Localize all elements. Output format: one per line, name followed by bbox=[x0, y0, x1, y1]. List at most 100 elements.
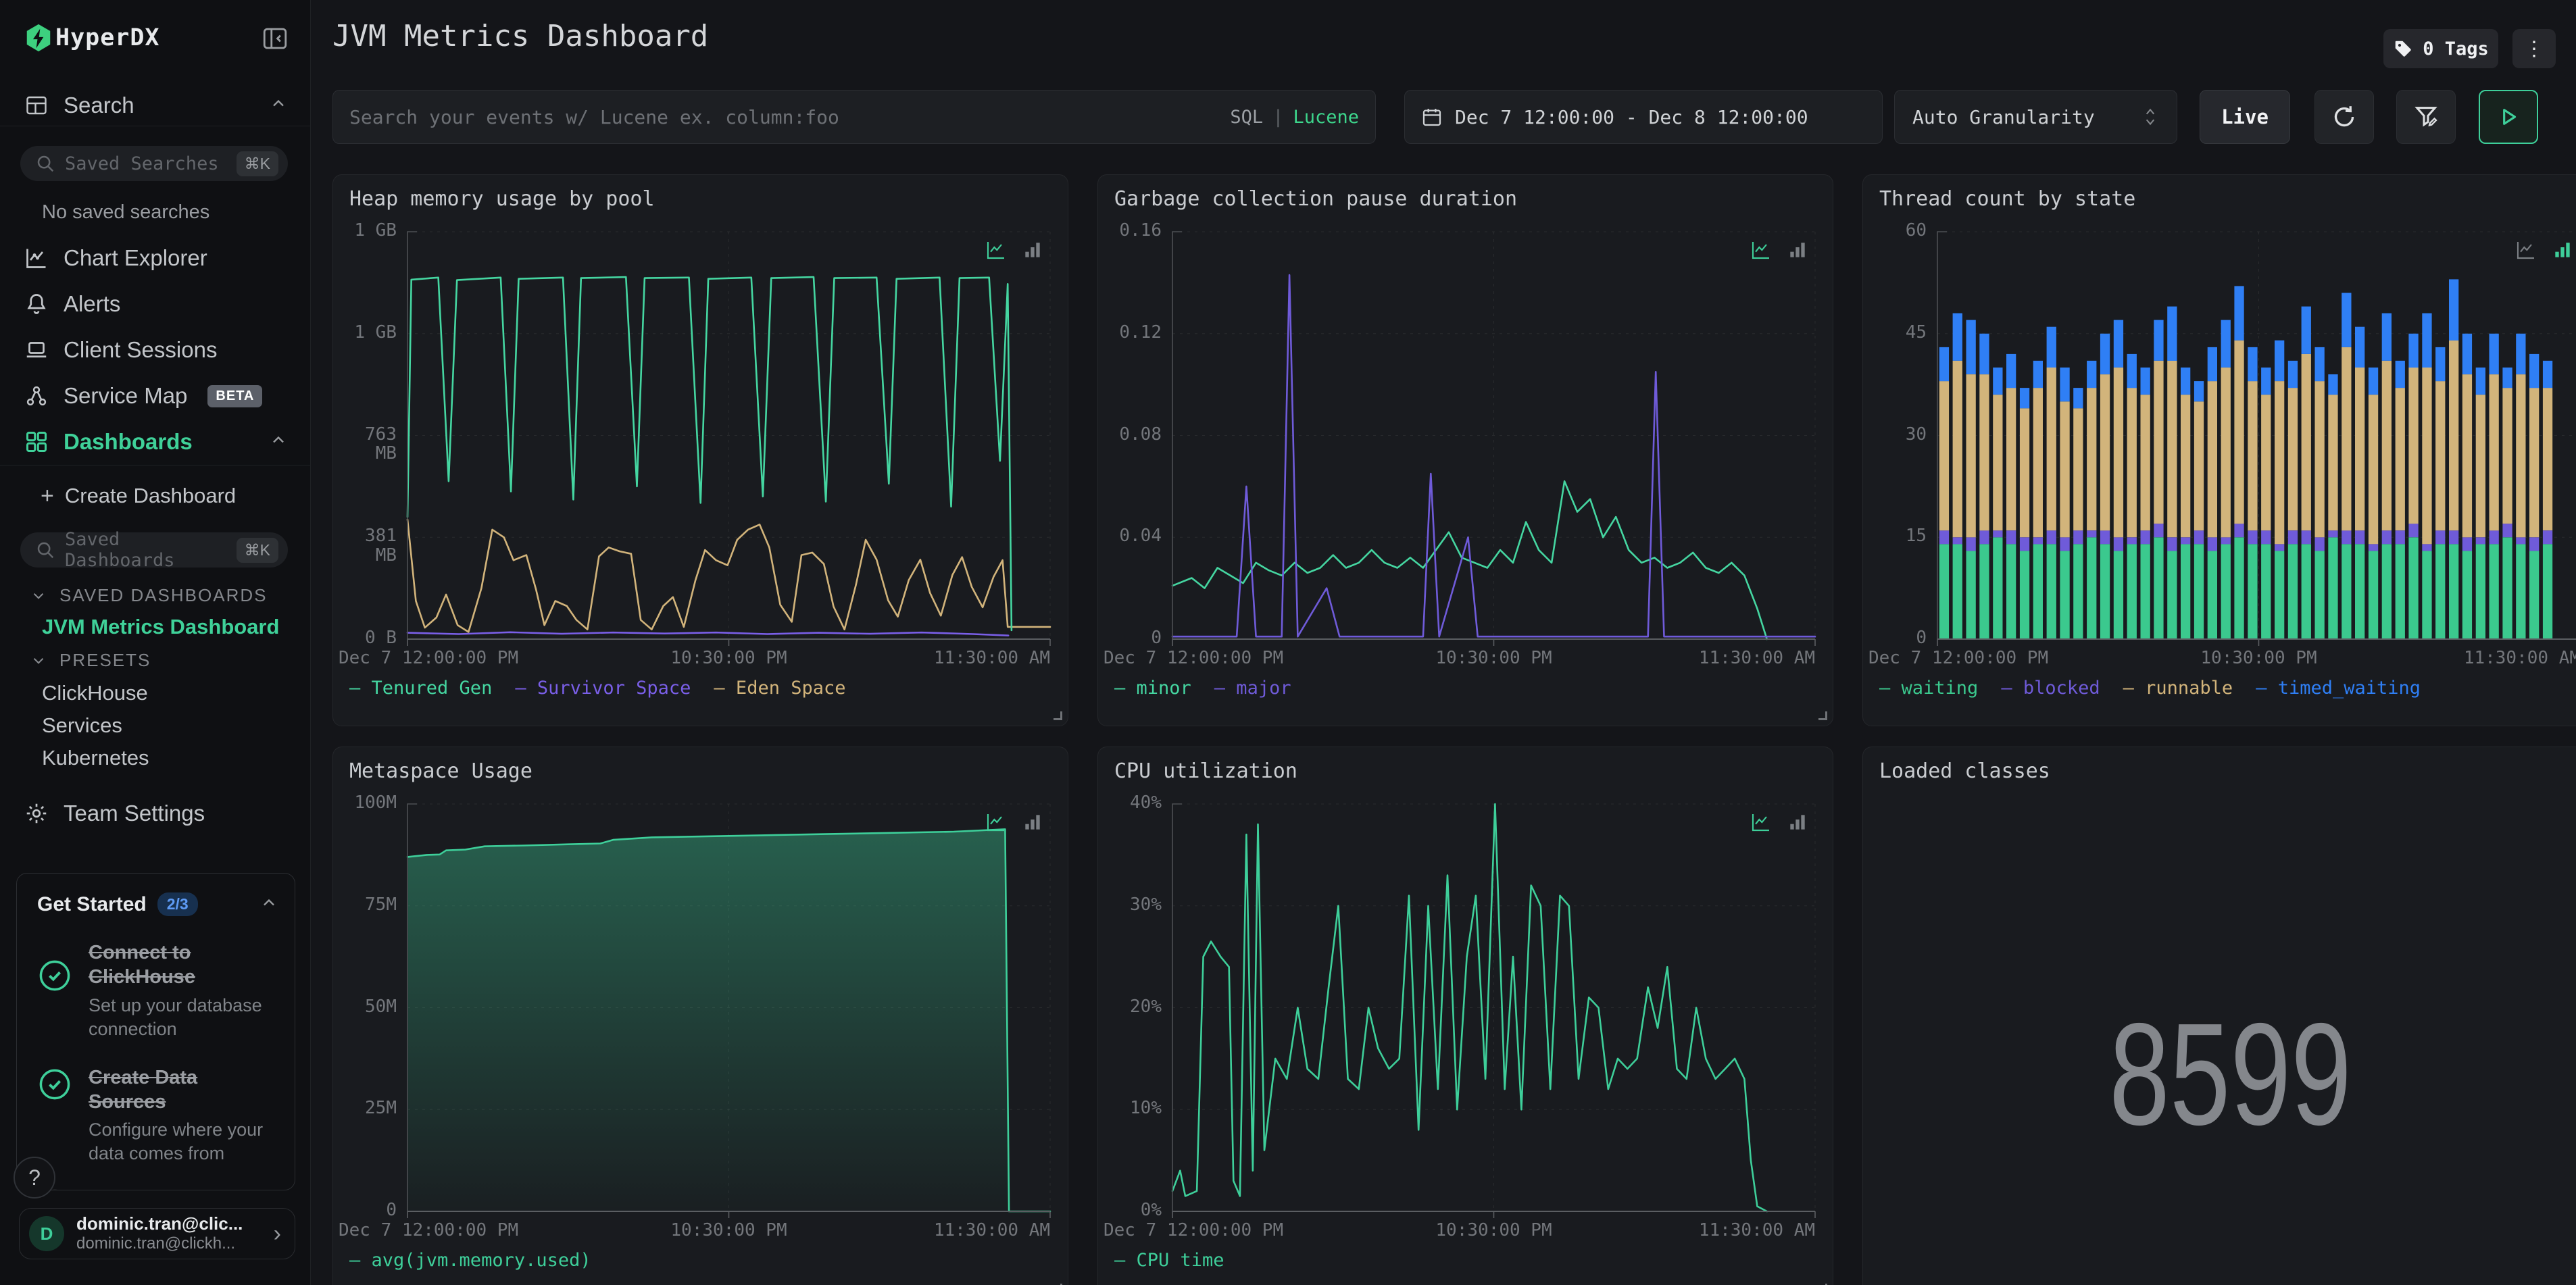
chart-canvas[interactable] bbox=[333, 175, 1068, 726]
y-axis-tick-label: 0.08 bbox=[1119, 424, 1162, 445]
help-button[interactable]: ? bbox=[14, 1157, 55, 1199]
chart-canvas[interactable] bbox=[333, 747, 1068, 1285]
legend-item[interactable]: — waiting bbox=[1879, 678, 1978, 699]
line-chart-toggle-icon[interactable] bbox=[1750, 811, 1772, 833]
panel-thread-count: Thread count by state 60 45 30 15 0 Dec 7 12:… bbox=[1862, 174, 2576, 726]
line-chart-toggle-icon[interactable] bbox=[985, 811, 1007, 833]
panel-title: Garbage collection pause duration bbox=[1114, 187, 1518, 211]
y-axis-tick-label: 0.16 bbox=[1119, 220, 1162, 241]
line-chart-toggle-icon[interactable] bbox=[1750, 239, 1772, 261]
sidebar-item-clickhouse[interactable]: ClickHouse bbox=[42, 681, 148, 705]
x-axis-tick-label: 11:30:00 AM bbox=[1698, 648, 1815, 668]
chart-canvas[interactable] bbox=[1098, 175, 1833, 726]
tags-button[interactable]: 0 Tags bbox=[2383, 29, 2498, 68]
run-query-button[interactable] bbox=[2479, 90, 2538, 144]
get-started-item-sources[interactable]: Create Data Sources Configure where your… bbox=[37, 1065, 278, 1166]
saved-dashboards-input[interactable]: Saved Dashboards ⌘K bbox=[20, 529, 288, 571]
legend-item[interactable]: — timed_waiting bbox=[2256, 678, 2421, 699]
sql-language-toggle[interactable]: SQL bbox=[1230, 107, 1263, 128]
legend-item[interactable]: — Eden Space bbox=[714, 678, 845, 699]
bar-chart-toggle-icon[interactable] bbox=[1787, 811, 1808, 833]
presets-section-header[interactable]: PRESETS bbox=[30, 650, 151, 671]
y-axis-tick-label: 45 bbox=[1905, 322, 1927, 343]
dashboard-grid: Heap memory usage by pool 1 GB 1 GB 763 MB… bbox=[332, 174, 2576, 1285]
sidebar-item-team-settings[interactable]: Team Settings bbox=[0, 795, 311, 832]
legend-item[interactable]: — runnable bbox=[2123, 678, 2233, 699]
refresh-icon bbox=[2334, 106, 2354, 127]
search-section-icon bbox=[26, 96, 47, 115]
saved-searches-input[interactable]: Saved Searches ⌘K bbox=[20, 146, 288, 181]
saved-dashboards-section-header[interactable]: SAVED DASHBOARDS bbox=[30, 585, 267, 606]
legend-item[interactable]: — major bbox=[1214, 678, 1291, 699]
heap-memory-chart[interactable]: 1 GB 1 GB 763 MB 381 MB 0 B Dec 7 12:00:00 PM… bbox=[333, 175, 1068, 726]
language-separator: | bbox=[1272, 106, 1284, 128]
sidebar-item-search[interactable]: Search bbox=[0, 86, 311, 124]
filter-button[interactable] bbox=[2396, 90, 2456, 144]
bar-chart-toggle-icon[interactable] bbox=[1022, 811, 1043, 833]
y-axis-tick-label: 0 bbox=[1916, 628, 1927, 648]
event-search-input[interactable]: Search your events w/ Lucene ex. column:… bbox=[332, 90, 1376, 144]
sidebar: HyperDX Search Saved Searches ⌘K No save… bbox=[0, 0, 311, 1285]
chart-legend: — CPU time bbox=[1114, 1250, 1224, 1271]
app-window: HyperDX Search Saved Searches ⌘K No save… bbox=[0, 0, 2576, 1285]
get-started-item-add-data[interactable]: Add Data Start sending logs, metrics, or… bbox=[37, 1186, 278, 1190]
gc-pause-chart[interactable]: 0.16 0.12 0.08 0.04 0 Dec 7 12:00:00 PM 10:30:… bbox=[1098, 175, 1833, 726]
bar-chart-toggle-icon[interactable] bbox=[2552, 239, 2573, 261]
search-icon bbox=[37, 155, 54, 172]
line-chart-toggle-icon[interactable] bbox=[2515, 239, 2537, 261]
sidebar-item-services[interactable]: Services bbox=[42, 713, 122, 738]
tags-button-label: 0 Tags bbox=[2423, 38, 2489, 59]
more-options-button[interactable]: ⋮ bbox=[2512, 29, 2556, 68]
date-range-picker[interactable]: Dec 7 12:00:00 - Dec 8 12:00:00 bbox=[1404, 90, 1883, 144]
lucene-language-toggle[interactable]: Lucene bbox=[1293, 107, 1359, 128]
help-question-mark: ? bbox=[28, 1165, 41, 1190]
sidebar-item-dashboards[interactable]: Dashboards bbox=[0, 423, 311, 461]
legend-item[interactable]: — Survivor Space bbox=[515, 678, 691, 699]
bar-chart-toggle-icon[interactable] bbox=[1022, 239, 1043, 261]
bar-chart-toggle-icon[interactable] bbox=[1787, 239, 1808, 261]
sidebar-item-service-map[interactable]: Service Map BETA bbox=[0, 377, 311, 415]
y-axis-tick-label: 0 B bbox=[365, 628, 397, 648]
chart-canvas[interactable] bbox=[1098, 747, 1833, 1285]
legend-item[interactable]: — minor bbox=[1114, 678, 1191, 699]
y-axis-tick-label: 0.04 bbox=[1119, 526, 1162, 547]
cpu-utilization-chart[interactable]: 40% 30% 20% 10% 0% Dec 7 12:00:00 PM 10:30:00 … bbox=[1098, 747, 1833, 1285]
metaspace-chart[interactable]: 100M 75M 50M 25M 0 Dec 7 12:00:00 PM 10:30:00 … bbox=[333, 747, 1068, 1285]
legend-item[interactable]: — avg(jvm.memory.used) bbox=[349, 1250, 591, 1271]
legend-item[interactable]: — blocked bbox=[2001, 678, 2100, 699]
chart-legend: — waiting — blocked — runnable — timed_wait… bbox=[1879, 678, 2421, 699]
refresh-button[interactable] bbox=[2314, 90, 2374, 144]
panel-gc-pause: Garbage collection pause duration 0.16 0.… bbox=[1097, 174, 1833, 726]
tag-icon bbox=[2395, 41, 2411, 57]
get-started-item-connect[interactable]: Connect to ClickHouse Set up your databa… bbox=[37, 940, 278, 1041]
sidebar-item-jvm-metrics-dashboard[interactable]: JVM Metrics Dashboard bbox=[42, 615, 279, 639]
live-button-label: Live bbox=[2221, 105, 2269, 128]
service-map-icon bbox=[26, 386, 47, 406]
search-placeholder: Search your events w/ Lucene ex. column:… bbox=[349, 105, 839, 128]
y-axis-tick-label: 0.12 bbox=[1119, 322, 1162, 343]
thread-count-chart[interactable]: 60 45 30 15 0 Dec 7 12:00:00 PM 10:30:00 PM 11:… bbox=[1863, 175, 2576, 726]
sidebar-item-chart-explorer[interactable]: Chart Explorer bbox=[0, 239, 311, 277]
panel-resize-handle[interactable] bbox=[1818, 711, 1827, 720]
legend-item[interactable]: — Tenured Gen bbox=[349, 678, 492, 699]
sidebar-collapse-icon[interactable] bbox=[261, 24, 291, 54]
live-button[interactable]: Live bbox=[2200, 90, 2290, 144]
chevron-up-icon[interactable] bbox=[259, 893, 278, 915]
line-chart-toggle-icon[interactable] bbox=[985, 239, 1007, 261]
chevron-up-icon[interactable] bbox=[269, 93, 288, 118]
create-dashboard-button[interactable]: + Create Dashboard bbox=[0, 477, 311, 515]
panel-title: CPU utilization bbox=[1114, 759, 1297, 783]
chart-canvas[interactable] bbox=[1863, 175, 2576, 726]
chevron-up-icon[interactable] bbox=[269, 429, 288, 455]
chevron-right-icon: › bbox=[273, 1220, 281, 1246]
section-header-label: PRESETS bbox=[59, 650, 151, 670]
search-icon bbox=[37, 542, 54, 559]
legend-item[interactable]: — CPU time bbox=[1114, 1250, 1224, 1271]
panel-loaded-classes: Loaded classes 8599 bbox=[1862, 747, 2576, 1285]
user-account-card[interactable]: D dominic.tran@clic... dominic.tran@clic… bbox=[19, 1208, 295, 1259]
panel-resize-handle[interactable] bbox=[1054, 711, 1062, 720]
granularity-select[interactable]: Auto Granularity bbox=[1894, 90, 2177, 144]
sidebar-item-alerts[interactable]: Alerts bbox=[0, 285, 311, 323]
sidebar-item-client-sessions[interactable]: Client Sessions bbox=[0, 331, 311, 369]
sidebar-item-kubernetes[interactable]: Kubernetes bbox=[42, 746, 149, 770]
